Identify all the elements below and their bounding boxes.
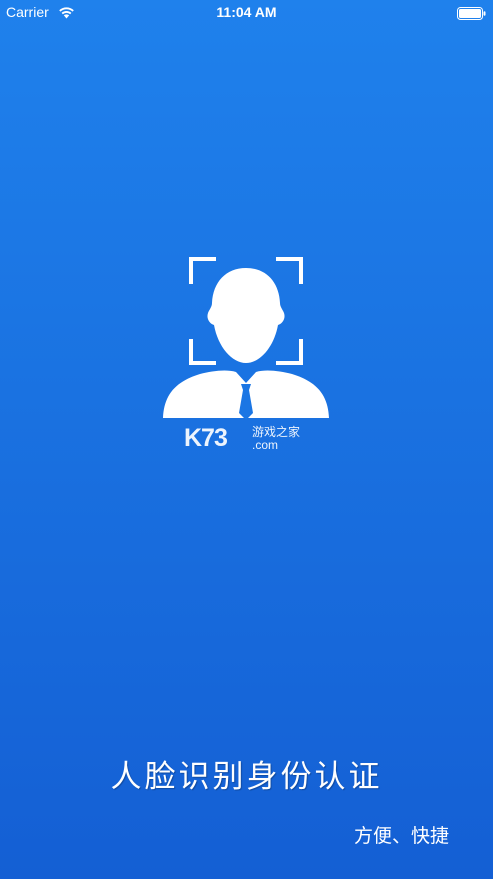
splash-headline: 人脸识别身份认证 <box>110 759 383 795</box>
status-time: 11:04 AM <box>216 4 277 20</box>
battery-icon <box>457 5 487 24</box>
face-recognition-illustration <box>160 255 332 425</box>
watermark-domain: .com <box>252 438 279 452</box>
status-bar: Carrier 11:04 AM <box>0 0 493 24</box>
splash-subline: 方便、快捷 <box>353 825 449 847</box>
watermark-brand: K73 <box>184 424 228 452</box>
k73-watermark: K73 游戏之家 .com <box>184 424 314 454</box>
watermark-site-name: 游戏之家 <box>252 425 301 439</box>
